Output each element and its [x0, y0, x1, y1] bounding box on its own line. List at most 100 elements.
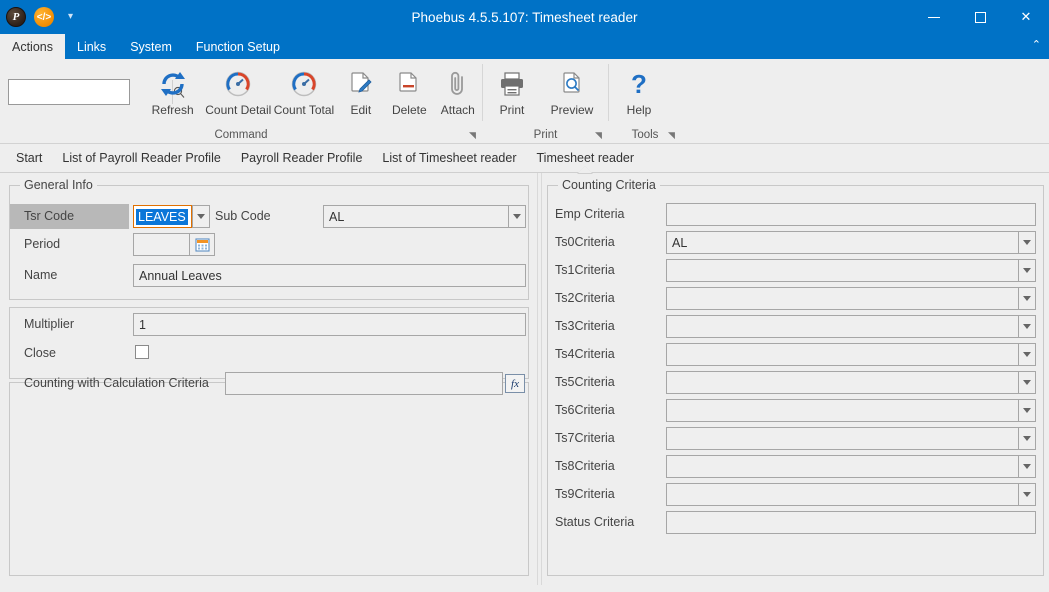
tools-dialog-launcher[interactable]: ◥: [666, 130, 677, 141]
calc-criteria-field-group: fx: [225, 372, 525, 395]
calc-criteria-label-wrap: Counting with Calculation Criteria: [24, 376, 209, 390]
print-dialog-launcher[interactable]: ◥: [593, 130, 604, 141]
tsr-code-combo[interactable]: LEAVES: [133, 205, 212, 228]
multiplier-input[interactable]: 1: [133, 313, 526, 336]
ts7-criteria-combo[interactable]: [666, 427, 1036, 450]
close-label-wrap: Close: [24, 346, 56, 360]
formula-button[interactable]: fx: [505, 374, 525, 393]
search-box[interactable]: [8, 79, 185, 105]
nav-tab-timesheet-reader[interactable]: Timesheet reader: [527, 144, 645, 172]
sub-code-value[interactable]: AL: [323, 205, 508, 228]
ts9-criteria-combo[interactable]: [666, 483, 1036, 506]
ts8-criteria-combo[interactable]: [666, 455, 1036, 478]
sub-code-combo[interactable]: AL: [323, 205, 526, 228]
close-checkbox[interactable]: [135, 345, 149, 359]
ts9-criteria-value[interactable]: [666, 483, 1018, 506]
ts4-criteria-dropdown-arrow[interactable]: [1018, 343, 1036, 366]
ribbon-tab-actions[interactable]: Actions: [0, 34, 65, 59]
ts3-criteria-label: Ts3Criteria: [555, 319, 615, 333]
ts5-criteria-combo[interactable]: [666, 371, 1036, 394]
count-detail-button[interactable]: Count Detail: [205, 65, 271, 117]
ts1-criteria-value[interactable]: [666, 259, 1018, 282]
ts3-criteria-value[interactable]: [666, 315, 1018, 338]
ribbon-group-label-print: Print: [533, 128, 558, 141]
ribbon-tab-function-setup[interactable]: Function Setup: [184, 34, 292, 59]
ts4-criteria-combo[interactable]: [666, 343, 1036, 366]
attach-button[interactable]: Attach: [434, 65, 482, 117]
right-pane: Counting Criteria Emp Criteria Ts0Criter…: [542, 173, 1049, 585]
chevron-down-icon: [1023, 240, 1031, 245]
ts7-criteria-dropdown-arrow[interactable]: [1018, 427, 1036, 450]
ts0-criteria-value[interactable]: AL: [666, 231, 1018, 254]
sub-code-label-wrap: Sub Code: [215, 209, 271, 223]
edit-document-icon: [346, 67, 376, 101]
multiplier-label-wrap: Multiplier: [24, 317, 74, 331]
chevron-down-icon: [1023, 436, 1031, 441]
print-button[interactable]: Print: [483, 65, 541, 117]
chevron-down-icon[interactable]: ▾: [68, 12, 73, 22]
ts7-criteria-value[interactable]: [666, 427, 1018, 450]
tsr-code-input[interactable]: LEAVES: [133, 205, 192, 228]
ts0-criteria-label: Ts0Criteria: [555, 235, 615, 249]
ts0-criteria-dropdown-arrow[interactable]: [1018, 231, 1036, 254]
ts6-criteria-combo[interactable]: [666, 399, 1036, 422]
ts3-criteria-dropdown-arrow[interactable]: [1018, 315, 1036, 338]
tsr-code-dropdown-arrow[interactable]: [192, 205, 210, 228]
count-total-button[interactable]: Count Total: [271, 65, 336, 117]
ts1-criteria-combo[interactable]: [666, 259, 1036, 282]
ts0-criteria-combo[interactable]: AL: [666, 231, 1036, 254]
ts0-criteria-label-wrap: Ts0Criteria: [555, 235, 615, 249]
preview-button[interactable]: Preview: [541, 65, 603, 117]
ts8-criteria-label: Ts8Criteria: [555, 459, 615, 473]
sub-code-dropdown-arrow[interactable]: [508, 205, 526, 228]
ts8-criteria-value[interactable]: [666, 455, 1018, 478]
preview-icon: [557, 67, 587, 101]
delete-button[interactable]: Delete: [385, 65, 433, 117]
question-mark-icon: ?: [624, 67, 654, 101]
ts6-criteria-dropdown-arrow[interactable]: [1018, 399, 1036, 422]
chevron-down-icon: [1023, 352, 1031, 357]
preview-label: Preview: [550, 103, 594, 117]
command-dialog-launcher[interactable]: ◥: [467, 130, 478, 141]
calc-criteria-input[interactable]: [225, 372, 503, 395]
ts6-criteria-value[interactable]: [666, 399, 1018, 422]
status-criteria-input[interactable]: [666, 511, 1036, 534]
edit-button[interactable]: Edit: [337, 65, 385, 117]
ts2-criteria-value[interactable]: [666, 287, 1018, 310]
phoebus-logo-icon[interactable]: P: [6, 7, 26, 27]
calc-criteria-label: Counting with Calculation Criteria: [24, 376, 209, 390]
status-criteria-label-wrap: Status Criteria: [555, 515, 634, 529]
maximize-button[interactable]: [957, 0, 1003, 34]
nav-tab-list-of-timesheet-reader[interactable]: List of Timesheet reader: [372, 144, 526, 172]
close-button[interactable]: ✕: [1003, 0, 1049, 34]
ts5-criteria-dropdown-arrow[interactable]: [1018, 371, 1036, 394]
nav-tab-list-of-payroll-reader-profile[interactable]: List of Payroll Reader Profile: [52, 144, 230, 172]
ts4-criteria-value[interactable]: [666, 343, 1018, 366]
ts9-criteria-label-wrap: Ts9Criteria: [555, 487, 615, 501]
name-input[interactable]: Annual Leaves: [133, 264, 526, 287]
ts1-criteria-dropdown-arrow[interactable]: [1018, 259, 1036, 282]
edit-label: Edit: [350, 103, 372, 117]
ribbon-tab-links[interactable]: Links: [65, 34, 118, 59]
refresh-button[interactable]: Refresh: [140, 65, 205, 117]
calendar-icon[interactable]: [190, 233, 215, 256]
ts3-criteria-combo[interactable]: [666, 315, 1036, 338]
chevron-up-icon[interactable]: ⌃: [1032, 38, 1041, 51]
ts5-criteria-value[interactable]: [666, 371, 1018, 394]
nav-tab-start[interactable]: Start: [6, 144, 52, 172]
code-icon[interactable]: </>: [34, 7, 54, 27]
ts8-criteria-dropdown-arrow[interactable]: [1018, 455, 1036, 478]
ts2-criteria-dropdown-arrow[interactable]: [1018, 287, 1036, 310]
ts5-criteria-label: Ts5Criteria: [555, 375, 615, 389]
ribbon-tab-system[interactable]: System: [118, 34, 184, 59]
minimize-button[interactable]: [911, 0, 957, 34]
help-label: Help: [626, 103, 652, 117]
help-button[interactable]: ? Help: [609, 65, 669, 117]
ts9-criteria-dropdown-arrow[interactable]: [1018, 483, 1036, 506]
emp-criteria-input[interactable]: [666, 203, 1036, 226]
period-input[interactable]: [133, 233, 190, 256]
gauge-icon: [289, 67, 319, 101]
ts2-criteria-combo[interactable]: [666, 287, 1036, 310]
nav-tab-payroll-reader-profile[interactable]: Payroll Reader Profile: [231, 144, 373, 172]
general-info-title: General Info: [20, 178, 97, 192]
